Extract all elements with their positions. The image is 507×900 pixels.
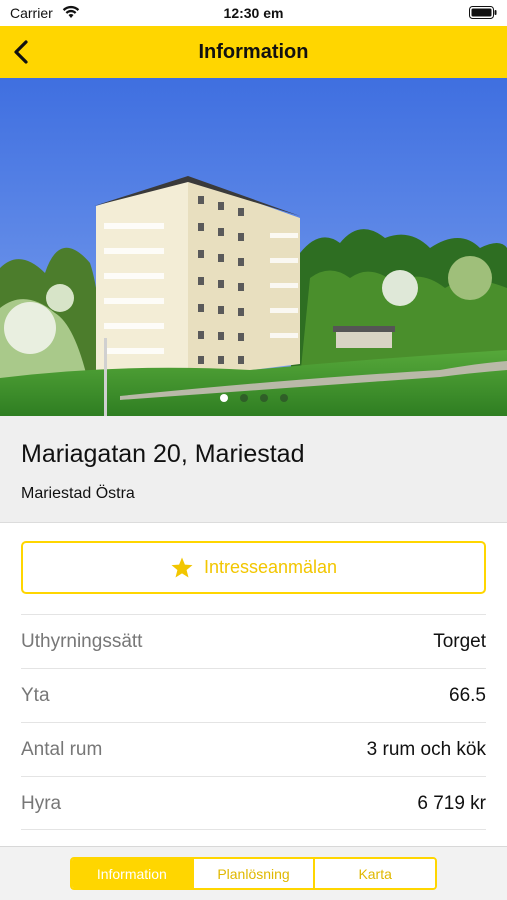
detail-value: 66.5 [449, 685, 486, 706]
star-icon [171, 557, 193, 577]
detail-value: 6 719 kr [417, 793, 486, 814]
bottom-tab-bar: Information Planlösning Karta [0, 846, 507, 900]
interest-button[interactable]: Intresseanmälan [21, 541, 486, 594]
page-title: Information [198, 41, 309, 63]
wifi-icon [62, 5, 80, 18]
back-button[interactable] [6, 34, 42, 70]
detail-value: 3 rum och kök [366, 739, 486, 760]
detail-label: Hyra [21, 793, 62, 814]
carrier-label: Carrier [10, 5, 53, 21]
gallery-dot[interactable] [239, 394, 248, 402]
detail-label: Yta [21, 685, 50, 706]
detail-label: Uthyrningssätt [21, 631, 143, 652]
navigation-bar: Information [0, 26, 507, 78]
building-photo[interactable] [0, 78, 507, 416]
interest-button-label: Intresseanmälan [203, 557, 338, 577]
tab-map[interactable]: Karta [313, 859, 435, 888]
detail-row-rental-type: Uthyrningssätt Torget [21, 614, 486, 668]
segmented-control: Information Planlösning Karta [70, 857, 437, 890]
detail-row-rent: Hyra 6 719 kr [21, 776, 486, 830]
chevron-left-icon [14, 40, 28, 64]
listing-header: Mariagatan 20, Mariestad Mariestad Östra [0, 416, 507, 523]
building-image [0, 78, 507, 416]
battery-icon [469, 6, 497, 19]
tab-information[interactable]: Information [72, 859, 192, 888]
detail-row-rooms: Antal rum 3 rum och kök [21, 722, 486, 776]
listing-address: Mariagatan 20, Mariestad [21, 440, 305, 468]
detail-label: Antal rum [21, 739, 103, 760]
status-bar: Carrier 12:30 em [0, 0, 507, 26]
listing-area: Mariestad Östra [21, 485, 135, 502]
gallery-dot[interactable] [279, 394, 288, 402]
detail-value: Torget [433, 631, 486, 652]
detail-row-size: Yta 66.5 [21, 668, 486, 722]
gallery-dot[interactable] [259, 394, 268, 402]
gallery-page-indicator [0, 394, 507, 402]
details-list: Uthyrningssätt Torget Yta 66.5 Antal rum… [21, 614, 486, 830]
tab-floor-plan[interactable]: Planlösning [191, 859, 314, 888]
gallery-dot[interactable] [219, 394, 228, 402]
